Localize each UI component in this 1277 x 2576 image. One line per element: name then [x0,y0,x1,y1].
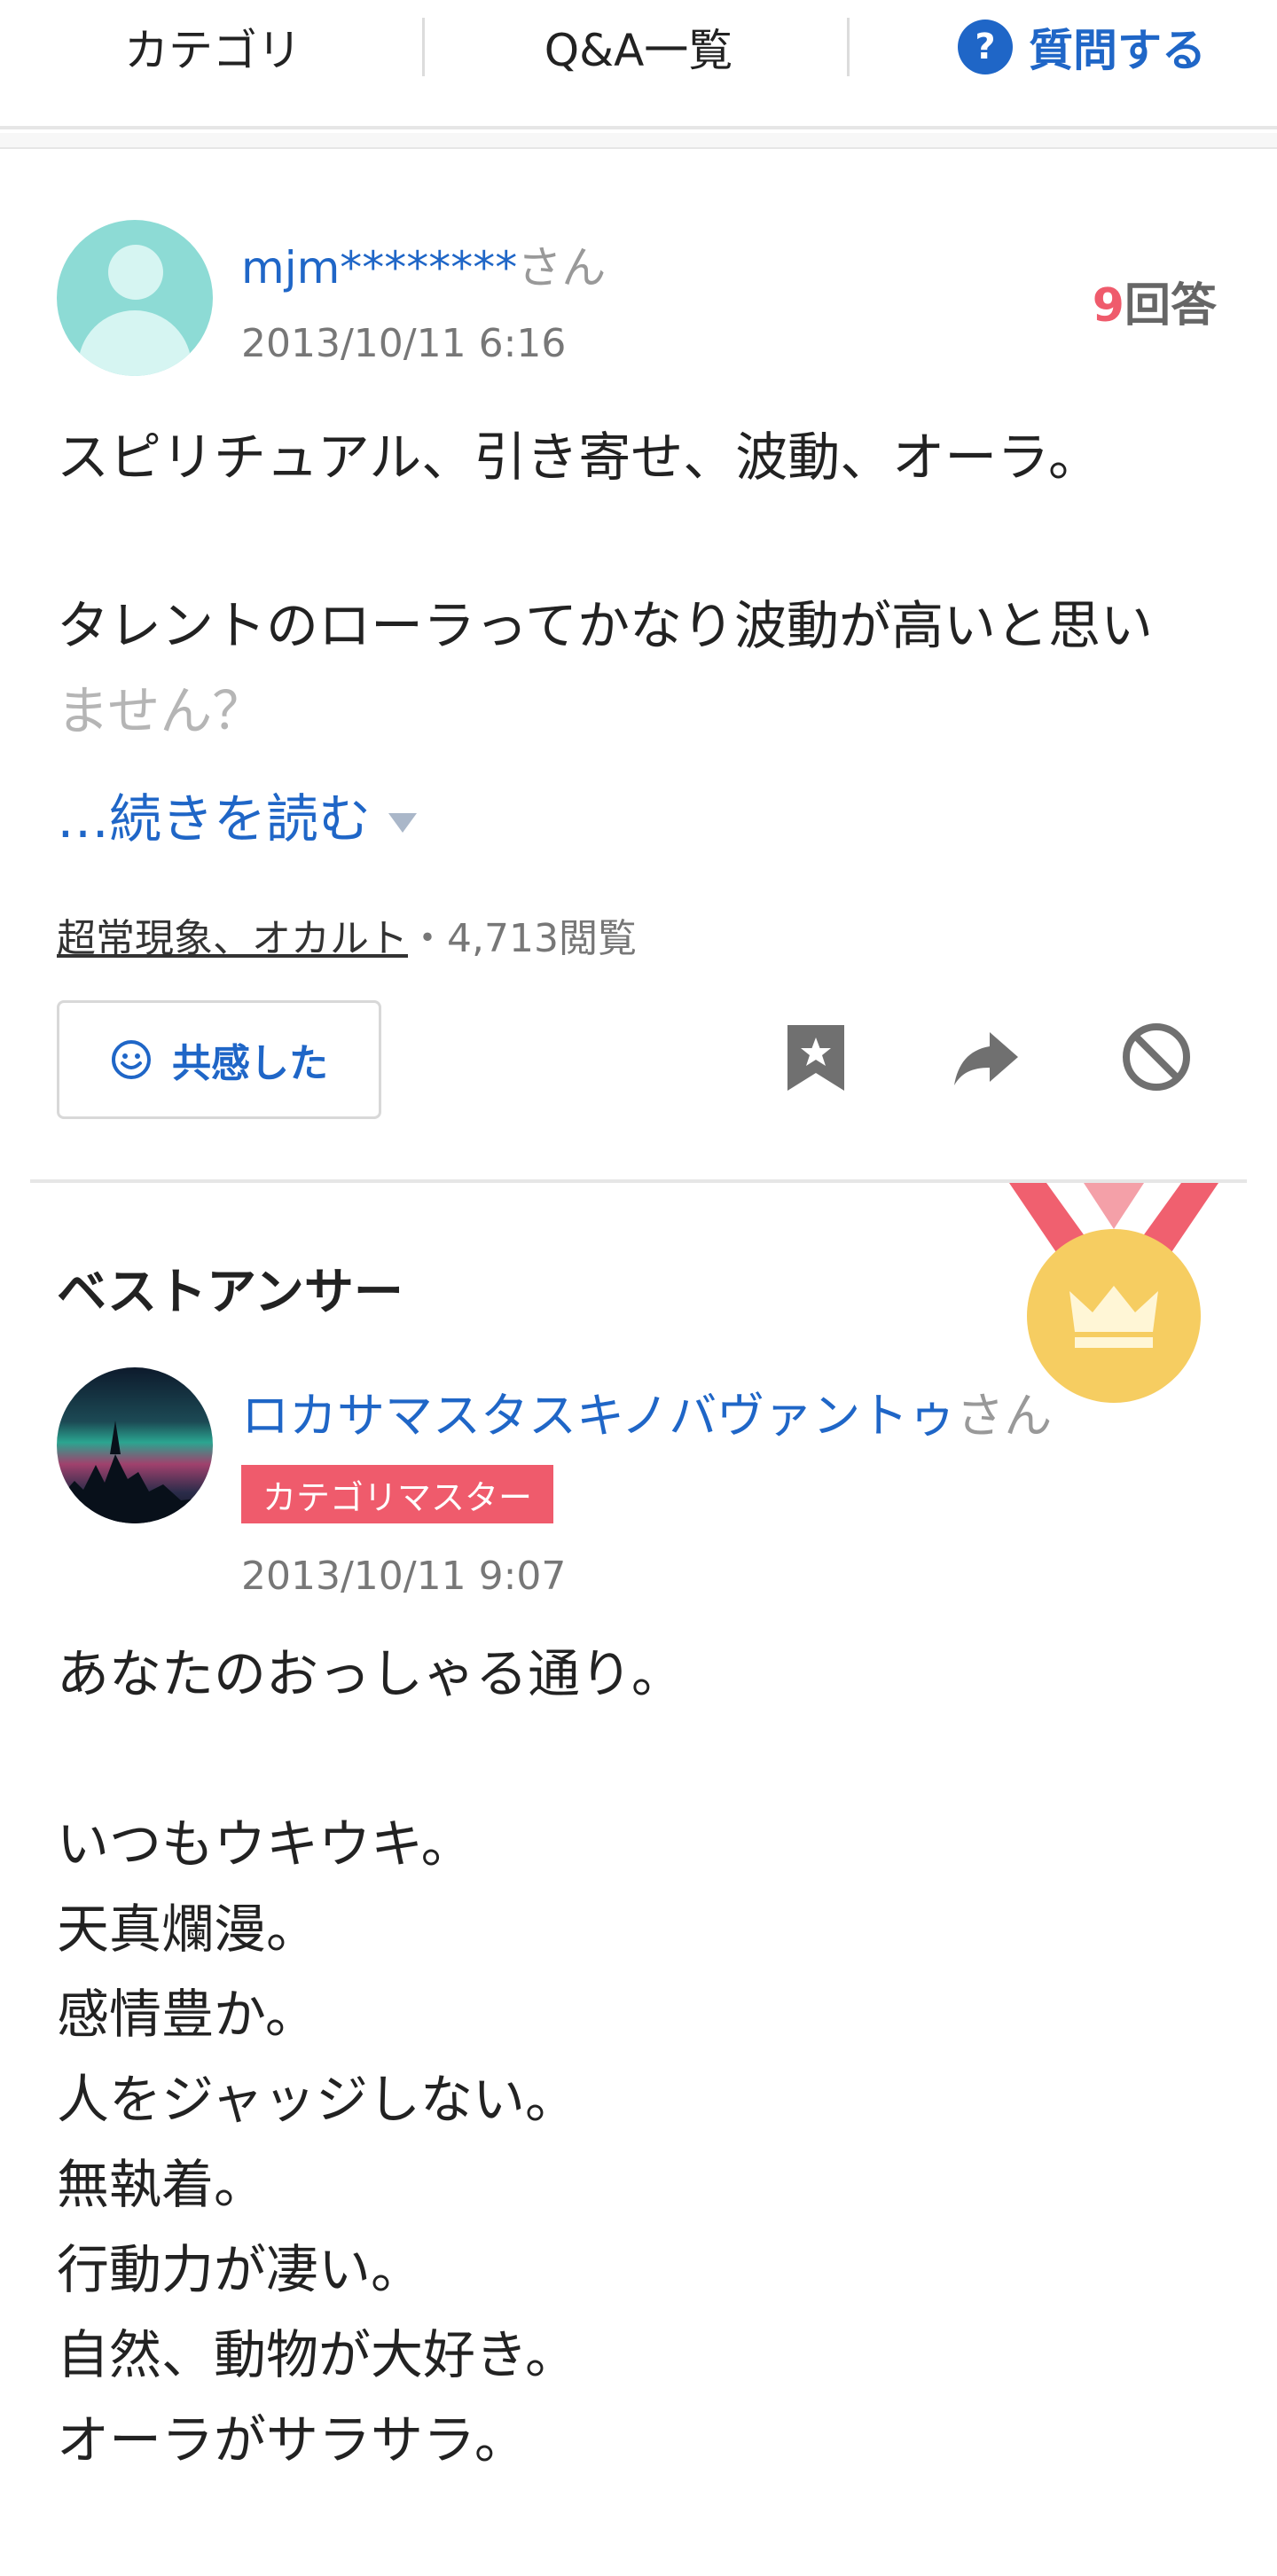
question-meta: 超常現象、オカルト・4,713閲覧 [57,906,637,963]
answer-text-line: 自然、動物が大好き。 [57,2324,578,2385]
question-text-line: タレントのローラってかなり波動が高いと思い [57,595,1154,656]
questioner-avatar[interactable] [57,220,213,376]
answer-text-line: 人をジャッジしない。 [57,2069,578,2130]
question-text-line: スピリチュアル、引き寄せ、波動、オーラ。 [57,427,1101,488]
nav-qa-list[interactable]: Q&A一覧 [479,18,798,76]
header-spacer [0,133,1277,149]
category-link[interactable]: 超常現象、オカルト [57,916,408,961]
chevron-down-icon [388,812,418,833]
nav-category[interactable]: カテゴリ [53,18,372,76]
answer-text-line: あなたのおっしゃる通り。 [57,1643,684,1704]
view-count: ・4,713閲覧 [408,916,637,961]
best-answer-title: ベストアンサー [57,1264,403,1321]
empathy-label: 共感した [172,1041,328,1086]
answerer-avatar[interactable] [57,1367,213,1523]
questioner-name[interactable]: mjm********さん [241,232,606,296]
aurora-photo [57,1421,213,1523]
answer-date: 2013/10/11 9:07 [241,1554,567,1599]
ask-question-label: 質問する [1029,25,1206,76]
answer-text-line: 無執着。 [57,2154,267,2215]
category-master-badge: カテゴリマスター [241,1465,554,1523]
question-text-line: ません？ [57,680,265,741]
share-icon[interactable] [949,1020,1023,1094]
answer-text-line: オーラがサラサラ。 [57,2409,527,2470]
nav-separator [847,18,850,76]
read-more-link[interactable]: …続きを読む [57,777,418,852]
empathy-button[interactable]: 共感した [57,1000,381,1119]
answerer-name[interactable]: ロカサマスタスキノバヴァントゥさん [241,1376,1052,1446]
answer-text-line: 感情豊か。 [57,1984,317,2045]
question-date: 2013/10/11 6:16 [241,321,567,366]
answer-text-line: 行動力が凄い。 [57,2239,424,2300]
answer-count[interactable]: 9回答 [1093,268,1217,334]
ask-question-button[interactable]: ? 質問する [913,18,1250,76]
smile-icon [112,1040,151,1079]
question-mark-icon: ? [958,20,1013,74]
block-icon[interactable] [1119,1020,1194,1094]
answer-text-line: 天真爛漫。 [57,1899,319,1960]
answer-text-line: いつもウキウキ。 [57,1813,474,1875]
nav-separator [422,18,425,76]
bookmark-icon[interactable] [779,1020,853,1094]
top-navigation: カテゴリ Q&A一覧 ? 質問する [0,0,1277,129]
